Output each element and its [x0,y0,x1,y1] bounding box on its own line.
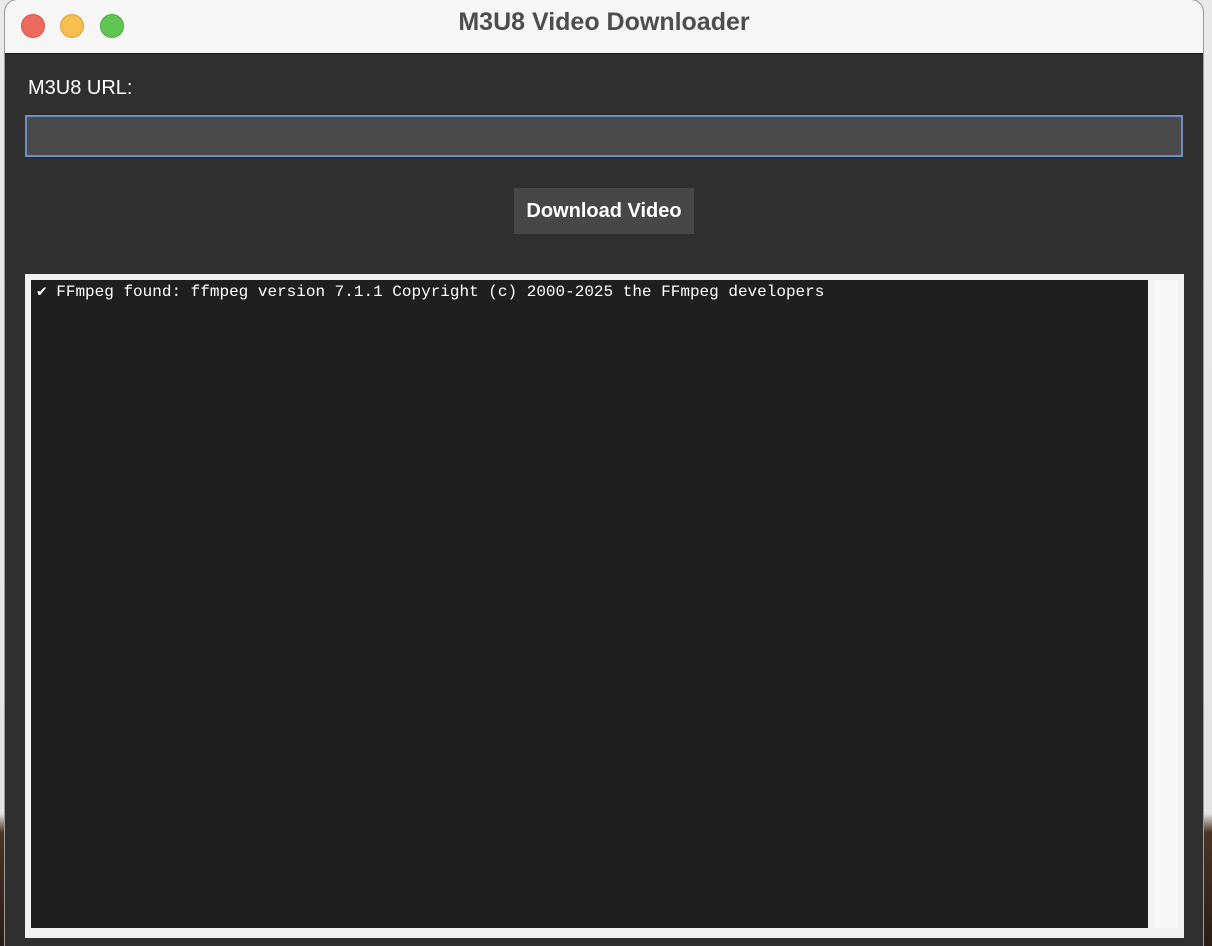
title-bar[interactable]: M3U8 Video Downloader [5,0,1203,54]
log-output[interactable]: ✔ FFmpeg found: ffmpeg version 7.1.1 Cop… [31,280,1148,928]
log-scrollbar[interactable] [1154,280,1178,928]
log-panel: ✔ FFmpeg found: ffmpeg version 7.1.1 Cop… [25,274,1184,938]
app-window: M3U8 Video Downloader M3U8 URL: Download… [5,0,1203,946]
log-line: ✔ FFmpeg found: ffmpeg version 7.1.1 Cop… [37,283,825,301]
url-label: M3U8 URL: [28,77,133,99]
url-input[interactable] [25,115,1183,157]
download-video-button[interactable]: Download Video [514,188,694,234]
window-title: M3U8 Video Downloader [458,8,750,36]
